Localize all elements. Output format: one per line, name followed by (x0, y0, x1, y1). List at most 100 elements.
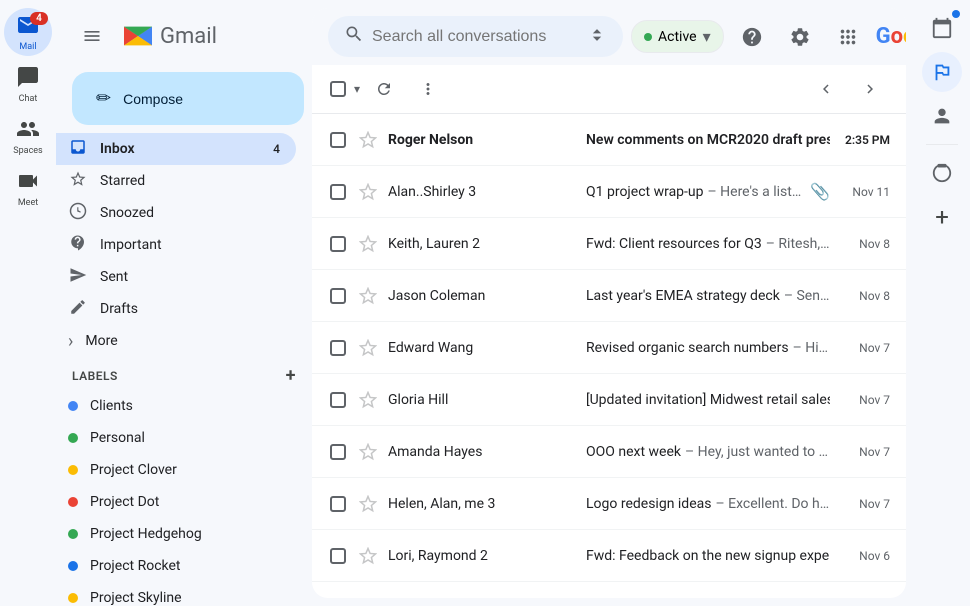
nav-more-1[interactable]: › More (56, 325, 312, 357)
active-status-badge[interactable]: Active ▾ (631, 20, 724, 53)
email-time: Nov 7 (838, 445, 890, 459)
email-content: Revised organic search numbers – Hi, all… (586, 340, 830, 356)
email-time: 2:35 PM (838, 133, 890, 147)
gmail-logo-text: Gmail (160, 24, 217, 49)
star-button[interactable] (356, 128, 380, 152)
star-button[interactable] (356, 284, 380, 308)
label-item-project-clover[interactable]: Project Clover (56, 454, 296, 486)
sidebar-icon-mail[interactable]: Mail 4 (4, 8, 52, 56)
inbox-icon (68, 138, 88, 161)
right-panel-starred[interactable] (922, 153, 962, 193)
email-row[interactable]: Lauren Roberts Town hall on the upcoming… (312, 582, 906, 598)
email-row[interactable]: Gloria Hill [Updated invitation] Midwest… (312, 374, 906, 426)
sidebar-icon-meet[interactable]: Meet (4, 164, 52, 212)
email-time: Nov 7 (838, 341, 890, 355)
settings-button[interactable] (780, 17, 820, 57)
select-all-checkbox[interactable] (328, 81, 348, 97)
star-button[interactable] (356, 596, 380, 599)
right-panel-calendar[interactable] (922, 8, 962, 48)
email-row[interactable]: Helen, Alan, me 3 Logo redesign ideas – … (312, 478, 906, 530)
select-dropdown-icon[interactable]: ▾ (354, 82, 360, 96)
email-checkbox[interactable] (330, 496, 346, 512)
email-subject: Logo redesign ideas (586, 496, 711, 512)
next-page-button[interactable] (850, 69, 890, 109)
star-button[interactable] (356, 440, 380, 464)
email-row[interactable]: Jason Coleman Last year's EMEA strategy … (312, 270, 906, 322)
nav-item-inbox[interactable]: Inbox 4 (56, 133, 296, 165)
email-content: Q1 project wrap-up – Here's a list of al… (586, 184, 802, 200)
sidebar-icon-spaces[interactable]: Spaces (4, 112, 52, 160)
label-item-project-hedgehog[interactable]: Project Hedgehog (56, 518, 296, 550)
compose-button[interactable]: ✏ Compose (72, 72, 304, 125)
email-subject: Fwd: Client resources for Q3 (586, 236, 762, 252)
add-label-icon[interactable]: + (286, 365, 296, 386)
nav-item-important[interactable]: Important (56, 229, 296, 261)
search-filter-icon[interactable] (587, 25, 607, 49)
project-clover-label: Project Clover (90, 462, 177, 478)
email-row[interactable]: Amanda Hayes OOO next week – Hey, just w… (312, 426, 906, 478)
important-label: Important (100, 237, 280, 253)
starred-icon (68, 170, 88, 193)
email-checkbox[interactable] (330, 288, 346, 304)
email-row[interactable]: Keith, Lauren 2 Fwd: Client resources fo… (312, 218, 906, 270)
email-subject: New comments on MCR2020 draft presentati… (586, 132, 830, 148)
right-panel-add[interactable]: + (922, 197, 962, 237)
nav-item-sent[interactable]: Sent (56, 261, 296, 293)
star-button[interactable] (356, 232, 380, 256)
email-checkbox[interactable] (330, 236, 346, 252)
email-row[interactable]: Lori, Raymond 2 Fwd: Feedback on the new… (312, 530, 906, 582)
nav-item-snoozed[interactable]: Snoozed (56, 197, 296, 229)
label-item-project-rocket[interactable]: Project Rocket (56, 550, 296, 582)
apps-button[interactable] (828, 17, 868, 57)
more-options-button[interactable] (408, 69, 448, 109)
star-button[interactable] (356, 492, 380, 516)
email-row[interactable]: Edward Wang Revised organic search numbe… (312, 322, 906, 374)
label-item-personal[interactable]: Personal (56, 422, 296, 454)
email-meta: Nov 7 (838, 445, 890, 459)
star-button[interactable] (356, 180, 380, 204)
personal-label: Personal (90, 430, 145, 446)
nav-item-starred[interactable]: Starred (56, 165, 296, 197)
drafts-label: Drafts (100, 301, 280, 317)
app-sidebar: Mail 4 Chat Spaces Meet (0, 0, 56, 606)
chat-icon-label: Chat (19, 94, 38, 104)
nav-item-drafts[interactable]: Drafts (56, 293, 296, 325)
email-checkbox[interactable] (330, 132, 346, 148)
email-subject: Revised organic search numbers (586, 340, 789, 356)
label-item-project-dot[interactable]: Project Dot (56, 486, 296, 518)
hamburger-button[interactable] (72, 16, 112, 56)
email-checkbox[interactable] (330, 392, 346, 408)
sidebar-icon-chat[interactable]: Chat (4, 60, 52, 108)
right-panel-tasks[interactable] (922, 52, 962, 92)
email-meta: Nov 6 (838, 549, 890, 563)
right-panel-contacts[interactable] (922, 96, 962, 136)
help-button[interactable] (732, 17, 772, 57)
email-sender: Alan..Shirley 3 (388, 184, 578, 200)
email-checkbox[interactable] (330, 548, 346, 564)
email-snippet: – Ritesh, here's the doc with all the cl… (766, 236, 830, 252)
email-row[interactable]: Roger Nelson New comments on MCR2020 dra… (312, 114, 906, 166)
email-meta: 2:35 PM (838, 133, 890, 147)
star-button[interactable] (356, 336, 380, 360)
drafts-icon (68, 298, 88, 321)
search-icon (344, 24, 364, 49)
active-dot (644, 33, 652, 41)
search-input[interactable] (372, 28, 579, 46)
label-item-project-skyline[interactable]: Project Skyline (56, 582, 296, 606)
refresh-button[interactable] (364, 69, 404, 109)
search-bar (328, 16, 623, 57)
email-checkbox[interactable] (330, 340, 346, 356)
email-checkbox[interactable] (330, 444, 346, 460)
email-time: Nov 7 (838, 393, 890, 407)
active-label: Active (658, 29, 697, 45)
star-button[interactable] (356, 388, 380, 412)
personal-dot (68, 433, 78, 443)
prev-page-button[interactable] (806, 69, 846, 109)
email-row[interactable]: Alan..Shirley 3 Q1 project wrap-up – Her… (312, 166, 906, 218)
email-checkbox[interactable] (330, 184, 346, 200)
star-button[interactable] (356, 544, 380, 568)
email-sender: Helen, Alan, me 3 (388, 496, 578, 512)
project-hedgehog-dot (68, 529, 78, 539)
label-item-clients[interactable]: Clients (56, 390, 296, 422)
select-all-check[interactable] (330, 81, 346, 97)
